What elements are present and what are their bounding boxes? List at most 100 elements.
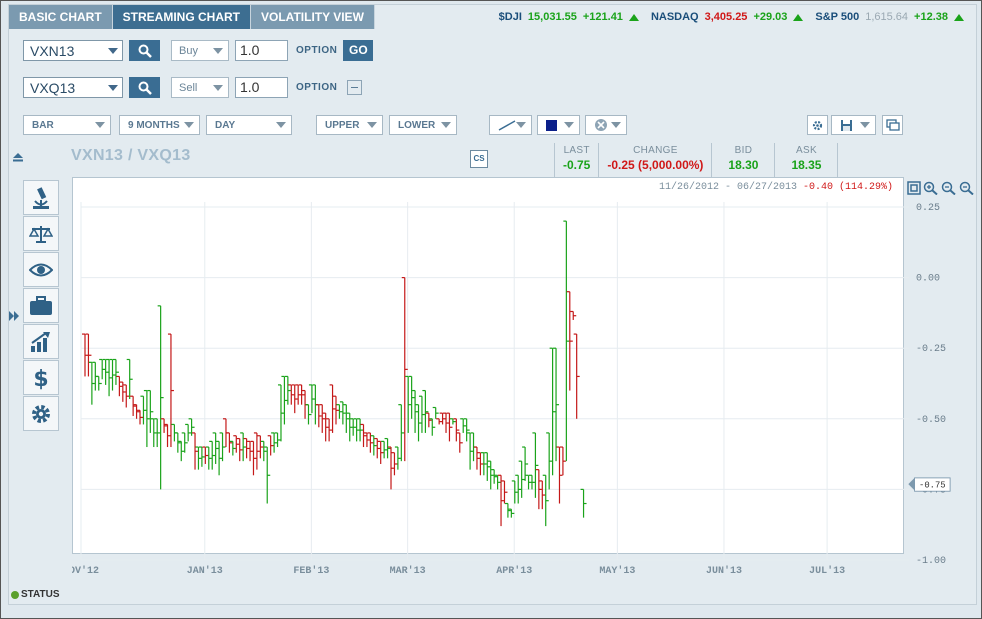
ticker-nasdaq-name[interactable]: NASDAQ [651,11,699,23]
chevron-down-icon [95,122,105,128]
fit-screen-icon[interactable] [907,181,921,195]
x-tick-label: JAN'13 [187,565,223,577]
eye-icon [29,263,53,276]
chevron-down-icon [184,122,194,128]
symbol-select-leg-1[interactable]: VXN13 [23,40,123,61]
y-tick-label: -0.50 [916,415,946,426]
side-select-leg-2[interactable]: Sell [171,77,229,98]
x-tick-label: JUL'13 [809,565,845,577]
chevron-down-icon [441,122,451,128]
up-arrow-icon [793,13,804,21]
ticker-dji-name[interactable]: $DJI [499,11,522,23]
ticker-nasdaq-change: +29.03 [753,11,788,23]
symbol-value: VXN13 [30,42,75,59]
collapse-up-icon[interactable] [13,153,23,163]
quantity-input-leg-1[interactable]: 1.0 [235,40,288,61]
chevron-down-icon [213,84,223,91]
chevron-down-icon [213,47,223,54]
market-tickers: $DJI 15,031.55 +121.41 NASDAQ 3,405.25 +… [499,5,970,29]
svg-text:$: $ [33,367,48,391]
expand-right-icon[interactable] [9,311,19,321]
symbol-select-leg-2[interactable]: VXQ13 [23,77,123,98]
zoom-reset-icon[interactable] [959,181,975,195]
option-label: OPTION [296,45,338,56]
interval-value: DAY [215,119,236,131]
page-title: VXN13 / VXQ13 [71,147,191,164]
side-value: Buy [179,44,198,57]
compare-button[interactable] [23,216,59,251]
quote-last-label: LAST [563,145,590,156]
quantity-input-leg-2[interactable]: 1.0 [235,77,288,98]
search-button[interactable] [129,40,160,61]
leg-1-row: VXN13 Buy 1.0 OPTION GO [23,40,374,61]
portfolio-button[interactable] [23,288,59,323]
upper-study-select[interactable]: UPPER [316,115,383,135]
quote-change-label: CHANGE [633,145,678,156]
x-tick-label: NOV'12 [72,565,99,577]
range-value: 9 MONTHS [128,119,180,131]
cs-icon[interactable]: CS [470,150,488,168]
zoom-tools [907,181,975,195]
ticker-sp500-name[interactable]: S&P 500 [815,11,859,23]
tab-basic-chart[interactable]: BASIC CHART [9,5,113,29]
ticker-nasdaq-value: 3,405.25 [704,11,748,23]
search-icon [138,44,152,58]
tab-volatility-view[interactable]: VOLATILITY VIEW [251,5,375,29]
growth-chart-icon [31,331,50,352]
chevron-down-icon [611,122,621,128]
color-swatch-icon [546,119,557,131]
up-arrow-icon [954,13,964,21]
range-select[interactable]: 9 MONTHS [119,115,200,135]
zoom-out-icon[interactable] [941,181,957,195]
tab-streaming-chart[interactable]: STREAMING CHART [112,5,251,29]
price-chart: 0.25 0.00 -0.25 -0.50 -0.75 -1.00 NOV'12 JAN'13… [72,202,946,577]
save-select[interactable] [831,115,876,135]
remove-leg-button[interactable] [347,80,363,95]
side-select-leg-1[interactable]: Buy [171,40,229,61]
popout-button[interactable] [882,115,903,135]
chevron-down-icon [516,122,526,128]
x-tick-label: MAR'13 [390,565,426,577]
leg-2-row: VXQ13 Sell 1.0 OPTION [23,77,363,98]
status-label: STATUS [21,589,60,600]
quote-panel: LAST -0.75 CHANGE -0.25 (5,000.00%) BID … [554,143,839,177]
app-frame: BASIC CHART STREAMING CHART VOLATILITY V… [0,0,982,619]
chart-type-value: BAR [32,119,54,131]
chevron-down-icon [108,84,118,91]
x-tick-label: MAY'13 [599,565,635,577]
save-icon [841,119,852,131]
quote-ask-value: 18.35 [791,158,822,172]
pricing-button[interactable]: $ [23,360,59,395]
ticker-sp500-change: +12.38 [914,11,948,23]
gear-icon [812,120,823,130]
status-indicator[interactable]: STATUS [11,589,60,600]
last-price-flag: -0.75 [908,477,951,492]
dollar-icon: $ [33,367,48,391]
performance-button[interactable] [23,324,59,359]
quote-bid: BID 18.30 [711,143,774,177]
chevron-down-icon [276,122,286,128]
draw-line-select[interactable] [489,115,532,135]
trendline-icon [498,120,516,131]
zoom-in-icon[interactable] [923,181,939,195]
color-select[interactable] [537,115,580,135]
clear-drawings-select[interactable] [585,115,627,135]
settings-button[interactable] [807,115,828,135]
settings-sidebar-button[interactable] [23,396,59,431]
symbol-value: VXQ13 [30,79,76,96]
research-button[interactable] [23,180,59,215]
search-icon [138,81,152,95]
briefcase-icon [30,295,52,315]
watch-button[interactable] [23,252,59,287]
x-tick-label: JUN'13 [706,565,742,577]
quote-change-value: -0.25 (5,000.00%) [607,158,704,172]
interval-select[interactable]: DAY [206,115,292,135]
go-button[interactable]: GO [343,40,374,61]
lower-value: LOWER [398,119,436,131]
lower-study-select[interactable]: LOWER [389,115,457,135]
chart-type-select[interactable]: BAR [23,115,111,135]
y-tick-label: -0.25 [916,344,946,355]
microscope-icon [33,186,49,209]
chevron-down-icon [108,47,118,54]
search-button[interactable] [129,77,160,98]
